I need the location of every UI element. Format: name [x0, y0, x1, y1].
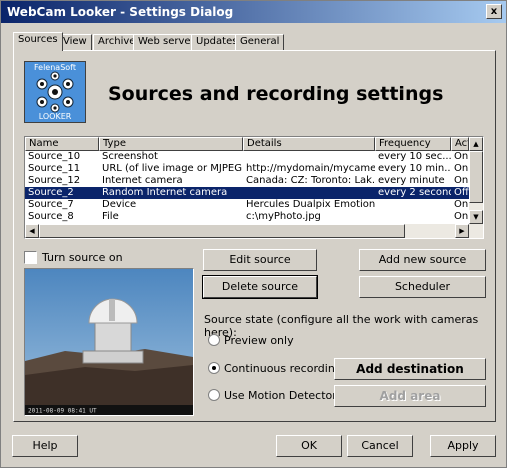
close-icon[interactable]: x [486, 4, 502, 19]
column-header-details[interactable]: Details [243, 137, 375, 151]
cell-active: On [454, 163, 469, 174]
cell-type: File [102, 211, 119, 222]
looker-logo: FelenaSoft LOOKER [24, 61, 86, 123]
table-row[interactable]: Source_8 File c:\myPhoto.jpg On [25, 211, 469, 223]
radio-button[interactable] [208, 389, 220, 401]
add-area-button: Add area [334, 385, 486, 407]
sources-tab-panel: FelenaSoft LOOKER Sources and recording … [13, 50, 496, 422]
help-button[interactable]: Help [12, 435, 78, 457]
ok-button[interactable]: OK [276, 435, 342, 457]
column-header-active[interactable]: Acti [451, 137, 469, 151]
page-title: Sources and recording settings [108, 83, 444, 105]
window-title: WebCam Looker - Settings Dialog [7, 5, 234, 19]
cell-type: URL (of live image or MJPEG ... [102, 163, 243, 174]
tab-view[interactable]: View [58, 34, 92, 50]
cell-name: Source_8 [28, 211, 74, 222]
sources-list-header: Name Type Details Frequency Acti [25, 137, 469, 151]
scroll-right-icon[interactable]: ▶ [455, 224, 469, 238]
cell-active: On [454, 151, 469, 162]
cell-active: Off [454, 187, 469, 198]
delete-source-button[interactable]: Delete source [202, 275, 318, 299]
scroll-up-icon[interactable]: ▲ [469, 137, 483, 151]
table-row-selected[interactable]: Source_2 Random Internet camera every 2 … [25, 187, 469, 199]
observatory-preview-image: 2011-08-09 08:41 UT [25, 269, 193, 415]
turn-source-on-checkbox[interactable]: Turn source on [24, 251, 123, 265]
preview-only-label: Preview only [224, 334, 294, 347]
cancel-button[interactable]: Cancel [347, 435, 413, 457]
column-header-type[interactable]: Type [99, 137, 243, 151]
horizontal-scrollbar[interactable]: ◀ ▶ [25, 224, 469, 238]
settings-dialog: WebCam Looker - Settings Dialog x Source… [0, 0, 507, 468]
cell-frequency: every 2 second [378, 187, 451, 198]
table-row[interactable]: Source_12 Internet camera Canada: CZ: To… [25, 175, 469, 187]
add-destination-button[interactable]: Add destination [334, 358, 486, 380]
cell-name: Source_10 [28, 151, 81, 162]
cell-active: On [454, 175, 469, 186]
cell-frequency: every 10 sec... [378, 151, 451, 162]
cell-type: Device [102, 199, 137, 210]
cell-name: Source_12 [28, 175, 81, 186]
camera-preview: 2011-08-09 08:41 UT [24, 268, 194, 416]
cell-name: Source_2 [28, 187, 74, 198]
turn-source-on-label: Turn source on [42, 251, 123, 264]
cell-frequency: every minute [378, 175, 445, 186]
radio-button[interactable] [208, 334, 220, 346]
cell-active: On [454, 211, 469, 222]
cell-frequency: every 10 min... [378, 163, 451, 174]
radio-button-selected[interactable] [208, 362, 220, 374]
tab-web-server[interactable]: Web server [133, 34, 200, 50]
cell-name: Source_11 [28, 163, 81, 174]
cell-type: Internet camera [102, 175, 183, 186]
logo-product-text: LOOKER [38, 112, 72, 121]
cell-active: On [454, 199, 469, 210]
cell-details: http://mydomain/mycame... [246, 163, 375, 174]
table-row[interactable]: Source_7 Device Hercules Dualpix Emotion… [25, 199, 469, 211]
cell-details: Canada: CZ: Toronto: Lak... [246, 175, 375, 186]
column-header-frequency[interactable]: Frequency [375, 137, 451, 151]
apply-button[interactable]: Apply [430, 435, 496, 457]
edit-source-button[interactable]: Edit source [203, 249, 317, 271]
horizontal-scroll-thumb[interactable] [39, 224, 405, 238]
tab-sources[interactable]: Sources [13, 32, 63, 51]
tab-general[interactable]: General [235, 34, 285, 50]
continuous-recording-radio[interactable]: Continuous recording [208, 362, 342, 376]
preview-only-radio[interactable]: Preview only [208, 334, 294, 348]
cell-name: Source_7 [28, 199, 74, 210]
add-new-source-button[interactable]: Add new source [359, 249, 486, 271]
sources-list[interactable]: Name Type Details Frequency Acti Source_… [24, 136, 484, 239]
vertical-scrollbar[interactable]: ▲ ▼ [469, 137, 483, 238]
checkbox-box[interactable] [24, 251, 37, 264]
table-row[interactable]: Source_11 URL (of live image or MJPEG ..… [25, 163, 469, 175]
column-header-name[interactable]: Name [25, 137, 99, 151]
cell-details: Hercules Dualpix Emotion [246, 199, 375, 210]
scroll-left-icon[interactable]: ◀ [25, 224, 39, 238]
continuous-recording-label: Continuous recording [224, 362, 342, 375]
use-motion-detector-label: Use Motion Detector [224, 389, 337, 402]
scroll-down-icon[interactable]: ▼ [469, 210, 483, 224]
vertical-scroll-thumb[interactable] [469, 151, 483, 203]
title-bar: WebCam Looker - Settings Dialog x [1, 1, 506, 23]
cell-details: c:\myPhoto.jpg [246, 211, 321, 222]
table-row[interactable]: Source_10 Screenshot every 10 sec... On [25, 151, 469, 163]
use-motion-detector-radio[interactable]: Use Motion Detector [208, 389, 337, 403]
cell-type: Random Internet camera [102, 187, 228, 198]
cell-type: Screenshot [102, 151, 158, 162]
scheduler-button[interactable]: Scheduler [359, 276, 486, 298]
preview-timestamp: 2011-08-09 08:41 UT [28, 408, 97, 415]
